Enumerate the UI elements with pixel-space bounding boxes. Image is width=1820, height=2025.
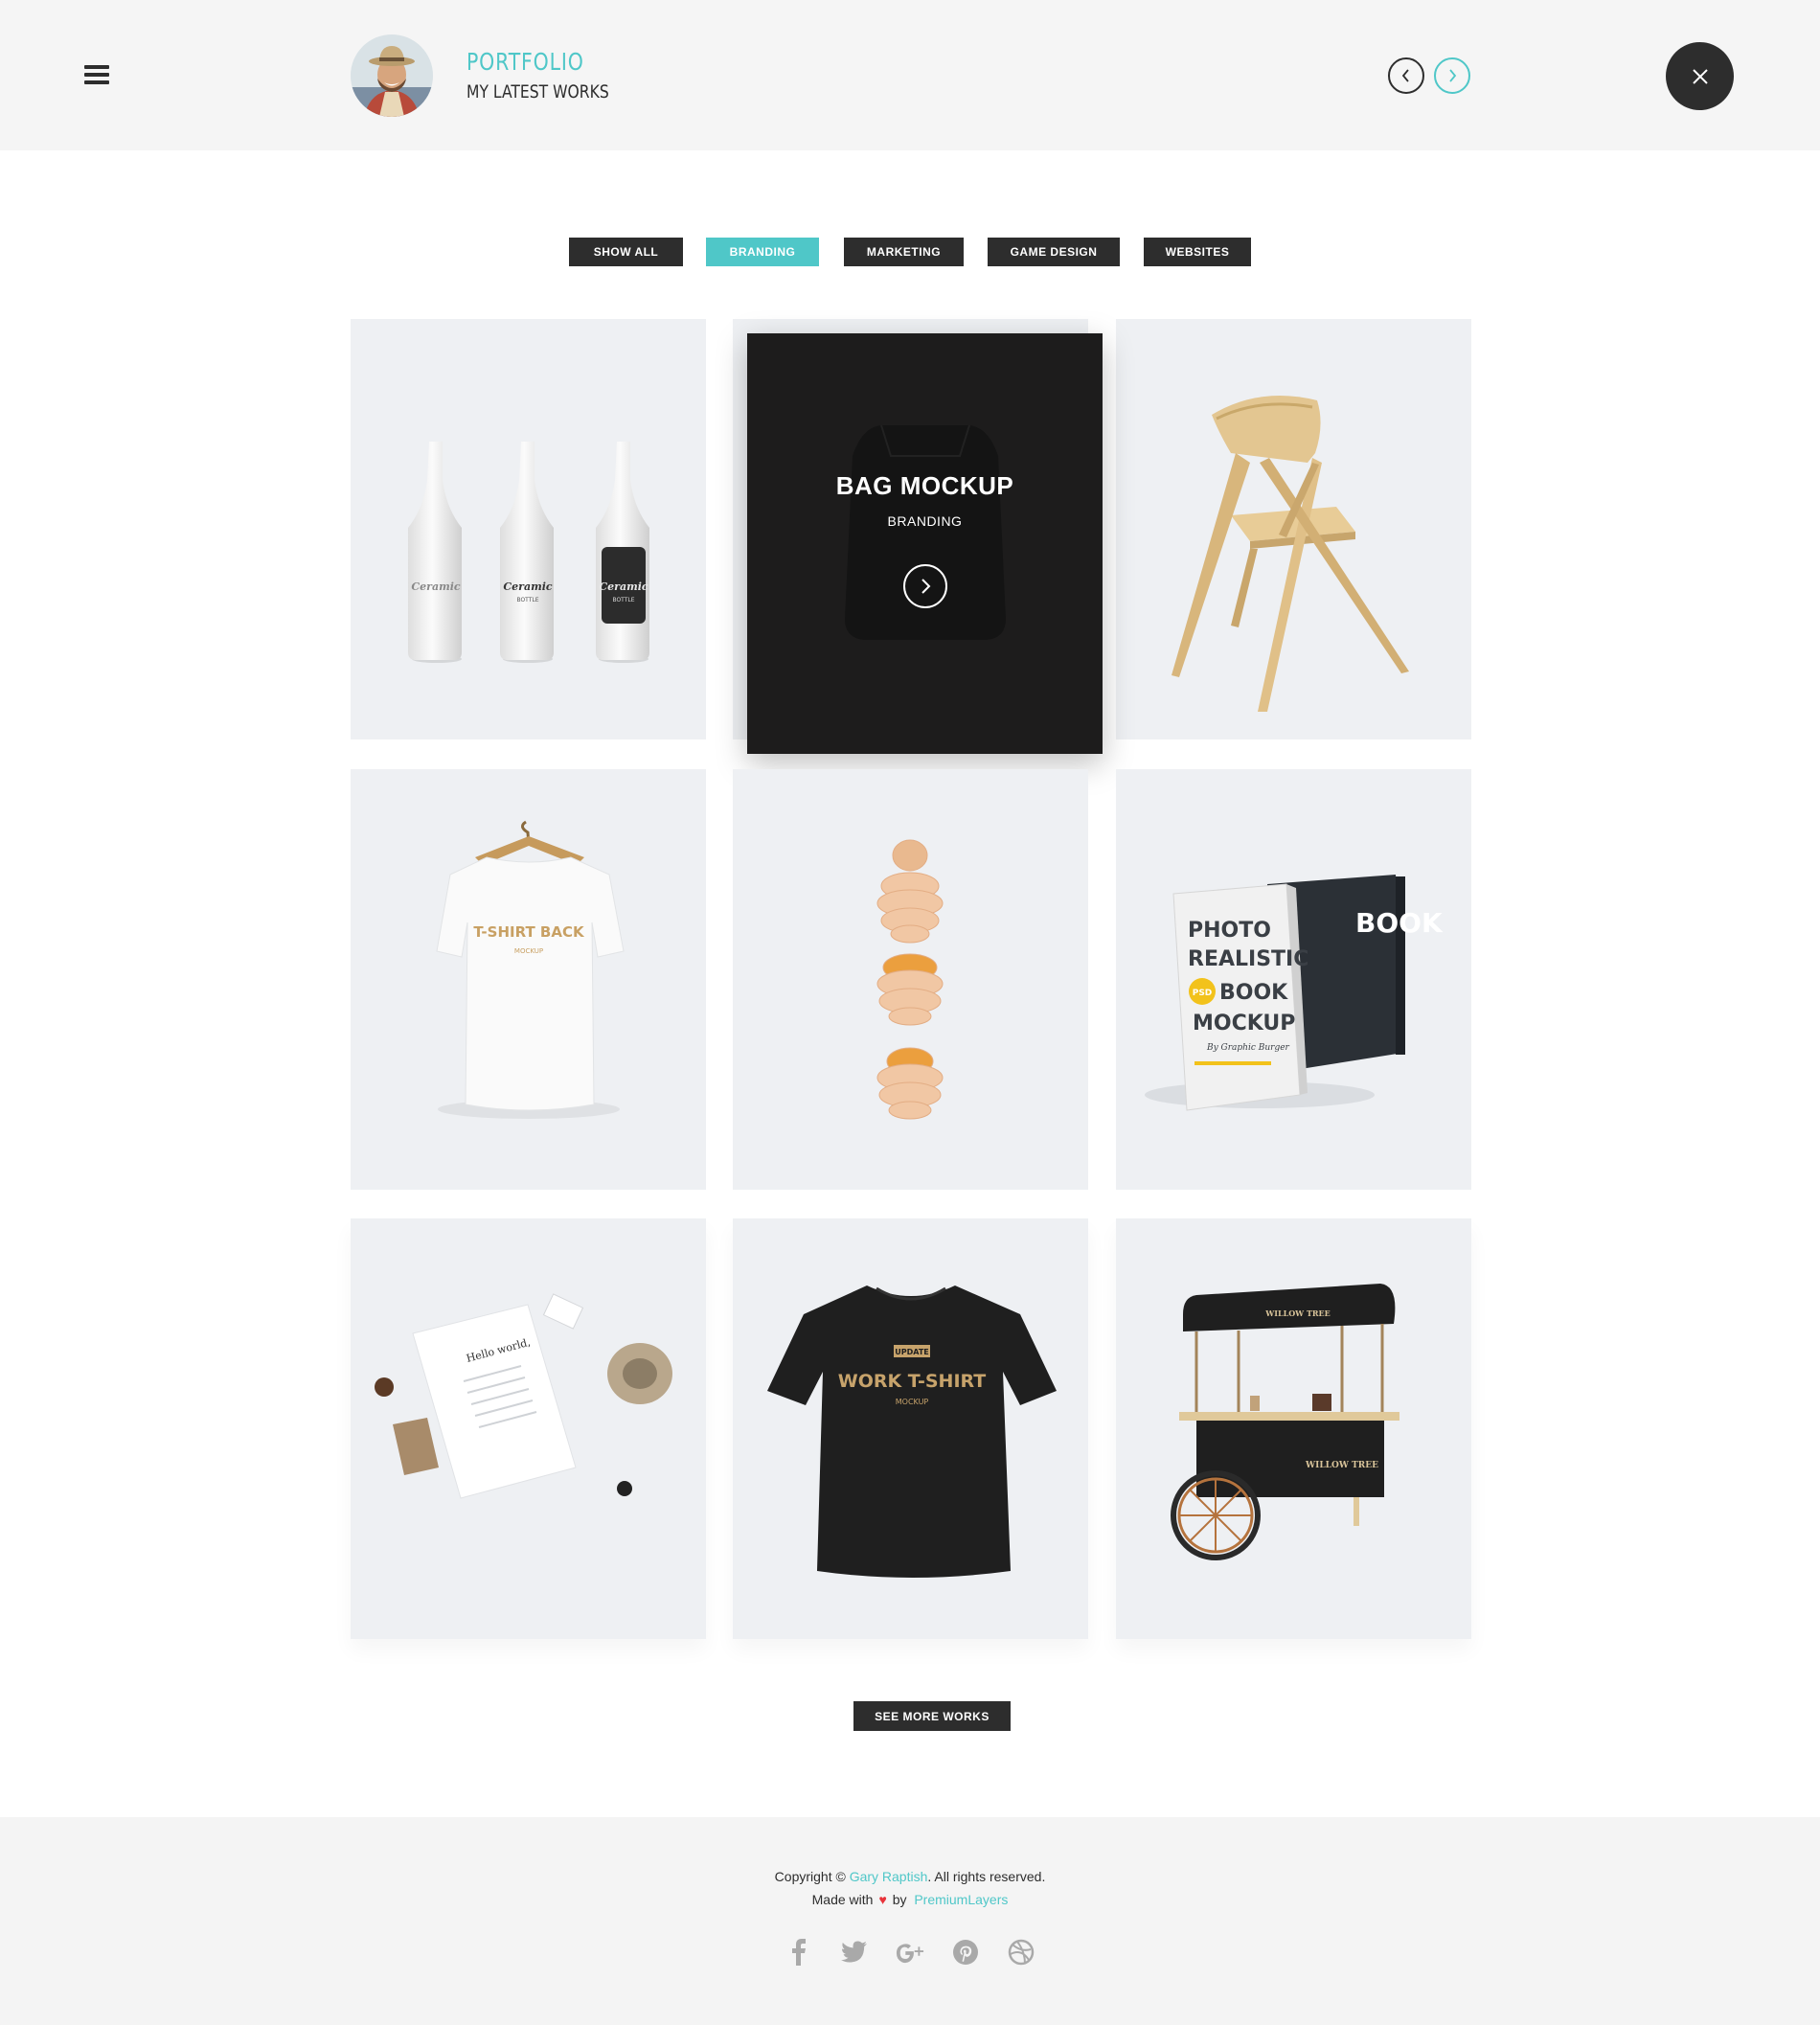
food-cart-image: WILLOW TREE WILLOW TREE: [1171, 1284, 1399, 1560]
previous-button[interactable]: [1388, 57, 1424, 94]
stationery-image: Hello world,: [375, 1293, 672, 1499]
item-title: BAG MOCKUP: [835, 471, 1014, 500]
portfolio-item-wooden-chair[interactable]: [1116, 319, 1471, 739]
tshirt-back-sub: MOCKUP: [514, 947, 543, 955]
book-badge: PSD: [1193, 989, 1213, 998]
by-text: by: [892, 1892, 907, 1907]
cart-brand-side: WILLOW TREE: [1305, 1461, 1378, 1470]
book-mockup-image: BOOK PHOTO REALISTIC PSD BOOK MOCKUP By …: [1145, 875, 1444, 1111]
avatar: [351, 34, 433, 117]
see-more-works-button[interactable]: SEE MORE WORKS: [853, 1701, 1011, 1731]
made-with-line: Made with ♥ by PremiumLayers: [0, 1892, 1820, 1907]
work-tshirt-text: WORK T-SHIRT: [838, 1371, 987, 1392]
bottle-sub-2: BOTTLE: [516, 597, 538, 603]
social-links: [0, 1937, 1820, 1968]
portfolio-item-honey-jars[interactable]: [733, 769, 1088, 1190]
company-link[interactable]: PremiumLayers: [914, 1892, 1008, 1907]
copyright-suffix: . All rights reserved.: [927, 1869, 1046, 1884]
site-footer: Copyright © Gary Raptish. All rights res…: [0, 1817, 1820, 2025]
cart-brand-top: WILLOW TREE: [1264, 1308, 1331, 1318]
tshirt-badge: UPDATE: [895, 1348, 929, 1356]
facebook-icon[interactable]: [785, 1937, 813, 1968]
author-link[interactable]: Gary Raptish: [850, 1869, 928, 1884]
bottle-label-2: Ceramic: [503, 580, 552, 593]
book-author: By Graphic Burger: [1206, 1043, 1290, 1053]
hamburger-menu-icon[interactable]: [84, 65, 109, 86]
filter-marketing[interactable]: MARKETING: [844, 238, 964, 266]
pinterest-icon[interactable]: [951, 1937, 980, 1968]
filter-show-all[interactable]: SHOW ALL: [569, 238, 683, 266]
book-line-3: BOOK: [1219, 981, 1288, 1005]
portfolio-item-work-tshirt[interactable]: UPDATE WORK T-SHIRT MOCKUP: [733, 1218, 1088, 1639]
item-category: BRANDING: [887, 513, 963, 529]
book-line-4: MOCKUP: [1193, 1012, 1295, 1035]
heart-icon: ♥: [878, 1892, 887, 1907]
filter-game-design[interactable]: GAME DESIGN: [988, 238, 1120, 266]
portfolio-item-food-cart[interactable]: WILLOW TREE WILLOW TREE: [1116, 1218, 1471, 1639]
tshirt-back-text: T-SHIRT BACK: [473, 923, 585, 941]
next-button[interactable]: [1434, 57, 1470, 94]
copyright-line: Copyright © Gary Raptish. All rights res…: [0, 1869, 1820, 1884]
book-line-2: REALISTIC: [1188, 947, 1308, 971]
work-tshirt-image: UPDATE WORK T-SHIRT MOCKUP: [767, 1286, 1057, 1578]
page-subtitle: MY LATEST WORKS: [466, 81, 609, 102]
filter-websites[interactable]: WEBSITES: [1144, 238, 1251, 266]
copyright-prefix: Copyright ©: [774, 1869, 850, 1884]
bottle-sub-3: BOTTLE: [612, 597, 634, 603]
dribbble-icon[interactable]: [1007, 1937, 1035, 1968]
bottles-image: Ceramic Ceramic BOTTLE Ceramic BOTTLE: [408, 442, 649, 663]
tshirt-back-image: T-SHIRT BACK MOCKUP: [436, 820, 625, 1119]
portfolio-item-book-mockup[interactable]: BOOK PHOTO REALISTIC PSD BOOK MOCKUP By …: [1116, 769, 1471, 1190]
close-icon: [1692, 68, 1708, 84]
portfolio-item-stationery[interactable]: Hello world,: [351, 1218, 706, 1639]
page-title: PORTFOLIO: [466, 48, 584, 76]
site-header: PORTFOLIO MY LATEST WORKS: [0, 0, 1820, 150]
google-plus-icon[interactable]: [896, 1937, 924, 1968]
chair-image: [1172, 396, 1409, 712]
bottle-label-1: Ceramic: [411, 580, 460, 593]
honey-jars-image: [876, 839, 944, 1120]
filter-branding[interactable]: BRANDING: [706, 238, 819, 266]
book-line-1: PHOTO: [1188, 919, 1271, 943]
chevron-right-icon: [1449, 69, 1457, 82]
work-tshirt-sub: MOCKUP: [896, 1398, 929, 1406]
made-with-text: Made with: [811, 1892, 874, 1907]
portfolio-item-bag-mockup-hover[interactable]: BAG MOCKUP BRANDING: [747, 333, 1103, 754]
book-back-line: BOOK: [1355, 907, 1444, 939]
close-button[interactable]: [1666, 42, 1734, 110]
chevron-right-icon: [921, 579, 931, 594]
bag-image: [845, 424, 1006, 640]
view-project-button[interactable]: [903, 564, 947, 608]
bottle-label-3: Ceramic: [599, 580, 648, 593]
portfolio-filters: SHOW ALL BRANDING MARKETING GAME DESIGN …: [0, 238, 1820, 266]
portfolio-item-ceramic-bottles[interactable]: Ceramic Ceramic BOTTLE Ceramic BOTTLE: [351, 319, 706, 739]
portfolio-item-tshirt-back[interactable]: T-SHIRT BACK MOCKUP: [351, 769, 706, 1190]
twitter-icon[interactable]: [840, 1937, 869, 1968]
chevron-left-icon: [1401, 69, 1409, 82]
